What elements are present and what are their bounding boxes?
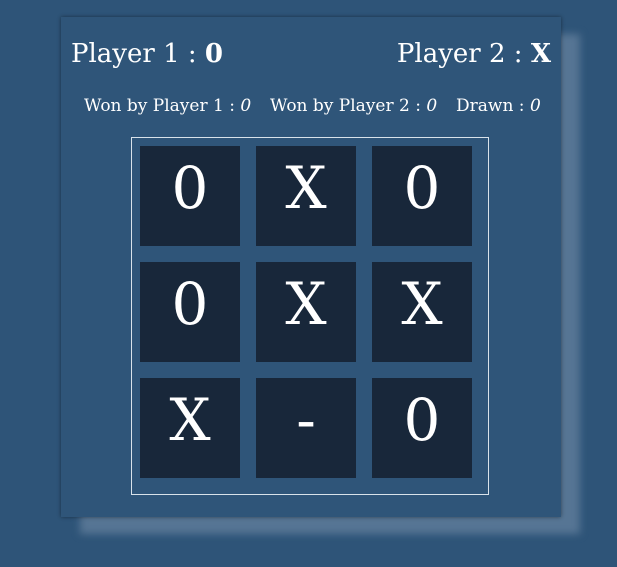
board-cell-1-3[interactable]: 0 [372, 146, 472, 246]
game-board: 0 X 0 0 X X X - 0 [131, 137, 489, 495]
board-cell-2-1[interactable]: 0 [140, 262, 240, 362]
player-1-label: Player 1 : [71, 39, 197, 69]
board-cell-1-2[interactable]: X [256, 146, 356, 246]
won-by-player-1: Won by Player 1 : 0 [84, 95, 251, 117]
player-2-mark: X [530, 39, 551, 69]
board-cell-2-3[interactable]: X [372, 262, 472, 362]
player-1-mark: 0 [204, 39, 224, 69]
board-cell-3-1[interactable]: X [140, 378, 240, 478]
board-cell-3-3[interactable]: 0 [372, 378, 472, 478]
won-by-player-1-value: 0 [240, 96, 252, 116]
game-panel: Player 1 : 0 Player 2 : X Won by Player … [61, 17, 561, 517]
drawn-count: Drawn : 0 [456, 95, 541, 117]
drawn-value: 0 [529, 96, 541, 116]
won-by-player-2-label: Won by Player 2 : [270, 96, 421, 116]
won-by-player-1-label: Won by Player 1 : [84, 96, 235, 116]
player-2-label: Player 2 : [396, 39, 523, 69]
score-stats: Won by Player 1 : 0 Won by Player 2 : 0 … [61, 95, 561, 117]
drawn-label: Drawn : [456, 96, 525, 116]
won-by-player-2-value: 0 [426, 96, 438, 116]
player-2-indicator: Player 2 : X [397, 39, 551, 69]
won-by-player-2: Won by Player 2 : 0 [270, 95, 437, 117]
board-cell-2-2[interactable]: X [256, 262, 356, 362]
player-1-indicator: Player 1 : 0 [71, 39, 223, 69]
board-cell-1-1[interactable]: 0 [140, 146, 240, 246]
board-cell-3-2[interactable]: - [256, 378, 356, 478]
